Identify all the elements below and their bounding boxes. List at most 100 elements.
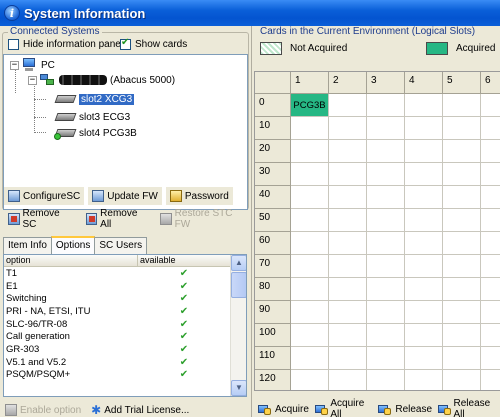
slot-cell[interactable] [481, 94, 500, 117]
slot-cell[interactable] [405, 117, 443, 140]
slot-cell[interactable] [405, 232, 443, 255]
release-button[interactable]: Release [376, 400, 435, 417]
table-row[interactable]: V5.1 and V5.2 ✔ [4, 356, 246, 369]
slot-cell[interactable] [367, 163, 405, 186]
slot-cell[interactable] [443, 278, 481, 301]
table-row[interactable]: Call generation ✔ [4, 330, 246, 343]
slot-cell[interactable] [291, 140, 329, 163]
slot-cell[interactable] [481, 278, 500, 301]
restore-stc-fw-button[interactable]: Restore STC FW [156, 208, 252, 230]
update-fw-button[interactable]: Update FW [88, 187, 162, 205]
slot-cell[interactable] [367, 278, 405, 301]
slot-cell[interactable] [367, 94, 405, 117]
table-row[interactable]: Switching ✔ [4, 292, 246, 305]
collapse-icon[interactable]: − [28, 75, 37, 85]
tree-node-slot[interactable]: slot3 ECG3 [54, 111, 130, 123]
slot-cell[interactable] [481, 140, 500, 163]
options-scrollbar[interactable]: ▲ ▼ [230, 255, 246, 396]
slot-cell[interactable] [329, 163, 367, 186]
add-trial-license-button[interactable]: ✱ Add Trial License... [89, 401, 192, 417]
slot-cell[interactable] [481, 301, 500, 324]
configure-sc-button[interactable]: ConfigureSC [4, 187, 85, 205]
slot-cell[interactable] [443, 140, 481, 163]
slot-cell[interactable] [329, 94, 367, 117]
slot-cell[interactable] [405, 255, 443, 278]
slot-cell[interactable] [291, 278, 329, 301]
slot-cell[interactable] [443, 209, 481, 232]
show-cards-checkbox[interactable]: Show cards [120, 37, 187, 50]
slot-cell[interactable] [367, 370, 405, 390]
slot-cell[interactable] [367, 140, 405, 163]
checkbox-box[interactable] [120, 37, 131, 50]
collapse-icon[interactable]: − [10, 60, 19, 70]
tab-sc-users[interactable]: SC Users [94, 237, 148, 254]
table-row[interactable]: PRI - NA, ETSI, ITU ✔ [4, 305, 246, 318]
slot-cell[interactable] [443, 94, 481, 117]
tree-node-system[interactable]: − (Abacus 5000) [28, 73, 175, 87]
slot-cell[interactable] [329, 255, 367, 278]
slot-cell[interactable] [329, 301, 367, 324]
slot-cell[interactable] [481, 117, 500, 140]
slot-cell[interactable] [367, 186, 405, 209]
password-button[interactable]: Password [165, 187, 233, 205]
slot-cell[interactable] [329, 140, 367, 163]
slot-cell[interactable] [481, 209, 500, 232]
slot-cell[interactable] [481, 255, 500, 278]
scroll-down-icon[interactable]: ▼ [231, 380, 246, 396]
slot-cell[interactable] [291, 209, 329, 232]
remove-sc-button[interactable]: Remove SC [4, 208, 78, 230]
slot-cell[interactable] [367, 347, 405, 370]
slot-grid[interactable]: 1 2 3 4 5 6 0 PCG3B 10 20 30 40 50 60 70 80 90 100 110 120 [254, 71, 500, 391]
column-header-available[interactable]: available [138, 255, 230, 266]
slot-cell-acquired[interactable]: PCG3B [291, 94, 329, 117]
slot-cell[interactable] [291, 324, 329, 347]
tree-node-pc[interactable]: − PC [10, 58, 55, 72]
enable-option-button[interactable]: Enable option [3, 401, 84, 417]
slot-cell[interactable] [481, 186, 500, 209]
slot-cell[interactable] [329, 347, 367, 370]
slot-cell[interactable] [481, 324, 500, 347]
slot-cell[interactable] [291, 186, 329, 209]
slot-cell[interactable] [443, 232, 481, 255]
slot-cell[interactable] [443, 117, 481, 140]
slot-cell[interactable] [405, 324, 443, 347]
tab-options[interactable]: Options [50, 236, 96, 254]
slot-cell[interactable] [405, 186, 443, 209]
column-header-option[interactable]: option [4, 255, 138, 266]
slot-cell[interactable] [443, 301, 481, 324]
table-row[interactable]: PSQM/PSQM+ ✔ [4, 369, 246, 382]
slot-cell[interactable] [329, 370, 367, 390]
slot-cell[interactable] [481, 347, 500, 370]
scroll-up-icon[interactable]: ▲ [231, 255, 246, 271]
slot-cell[interactable] [291, 301, 329, 324]
table-row[interactable]: SLC-96/TR-08 ✔ [4, 318, 246, 331]
table-row[interactable]: GR-303 ✔ [4, 343, 246, 356]
slot-cell[interactable] [481, 163, 500, 186]
slot-cell[interactable] [481, 370, 500, 390]
table-row[interactable]: E1 ✔ [4, 280, 246, 293]
acquire-button[interactable]: Acquire [256, 400, 311, 417]
slot-cell[interactable] [291, 255, 329, 278]
slot-cell[interactable] [405, 278, 443, 301]
slot-cell[interactable] [367, 117, 405, 140]
slot-cell[interactable] [443, 186, 481, 209]
hide-info-pane-checkbox[interactable]: Hide information pane [8, 39, 121, 50]
slot-cell[interactable] [481, 232, 500, 255]
slot-cell[interactable] [367, 255, 405, 278]
tab-item-info[interactable]: Item Info [3, 237, 52, 254]
slot-cell[interactable] [443, 324, 481, 347]
slot-cell[interactable] [405, 370, 443, 390]
slot-cell[interactable] [443, 163, 481, 186]
tree-node-slot[interactable]: slot4 PCG3B [54, 127, 137, 140]
slot-cell[interactable] [329, 232, 367, 255]
release-all-button[interactable]: Release All [436, 398, 500, 417]
slot-cell[interactable] [367, 301, 405, 324]
scroll-thumb[interactable] [231, 272, 246, 298]
slot-cell[interactable] [291, 370, 329, 390]
slot-cell[interactable] [405, 140, 443, 163]
slot-cell[interactable] [329, 209, 367, 232]
slot-cell[interactable] [405, 301, 443, 324]
slot-cell[interactable] [291, 163, 329, 186]
slot-cell[interactable] [367, 324, 405, 347]
slot-cell[interactable] [405, 94, 443, 117]
